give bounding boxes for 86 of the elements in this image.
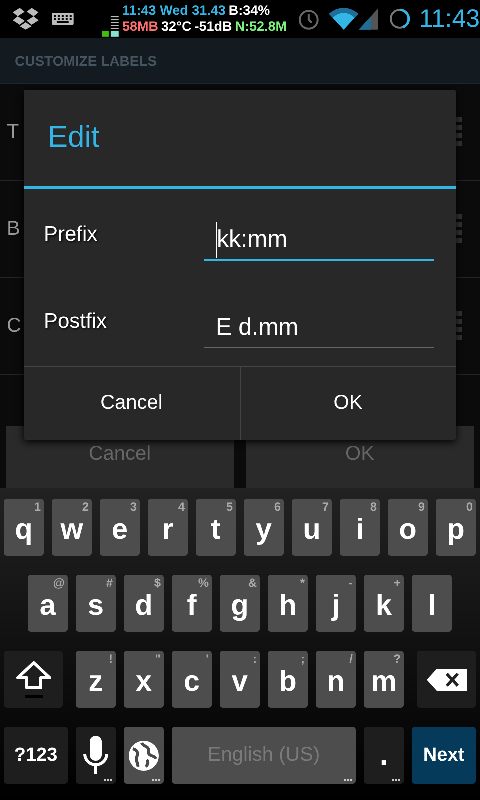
- microphone-key[interactable]: [76, 727, 116, 784]
- key-hint: *: [300, 576, 305, 590]
- key-hint: !: [109, 652, 113, 666]
- key[interactable]: s #: [76, 575, 116, 632]
- key[interactable]: d $: [124, 575, 164, 632]
- key-hint: $: [154, 576, 161, 590]
- key[interactable]: e 3: [100, 499, 140, 556]
- symbols-key[interactable]: ?123: [4, 727, 68, 784]
- key[interactable]: n /: [316, 651, 356, 708]
- key[interactable]: t 5: [196, 499, 236, 556]
- alarm-clock-icon: [297, 7, 321, 31]
- key-hint: 6: [274, 500, 281, 514]
- backspace-key[interactable]: [417, 651, 476, 708]
- key-hint: /: [350, 652, 353, 666]
- key-hint: +: [394, 576, 401, 590]
- shift-key[interactable]: [4, 651, 63, 708]
- key[interactable]: q 1: [4, 499, 44, 556]
- list-item-label: T: [7, 120, 20, 144]
- key-hint: 2: [82, 500, 89, 514]
- key[interactable]: w 2: [52, 499, 92, 556]
- key[interactable]: l _: [412, 575, 452, 632]
- key[interactable]: p 0: [436, 499, 476, 556]
- dropbox-icon: [13, 8, 39, 30]
- key[interactable]: h *: [268, 575, 308, 632]
- key-hint: 1: [34, 500, 41, 514]
- list-item-label: C: [7, 314, 22, 338]
- field-label: Postfix: [43, 310, 108, 334]
- status-text: -51dB: [194, 19, 232, 35]
- key[interactable]: m ?: [364, 651, 404, 708]
- key[interactable]: b ;: [268, 651, 308, 708]
- status-text: 32°C: [162, 19, 192, 35]
- key[interactable]: u 7: [292, 499, 332, 556]
- status-text: B:34%: [228, 3, 270, 19]
- language-key[interactable]: [124, 727, 164, 784]
- key-hint: #: [106, 576, 113, 590]
- dialog-title: Edit: [48, 121, 100, 155]
- screen-title: CUSTOMIZE LABELS: [15, 52, 158, 68]
- key-hint: 5: [226, 500, 233, 514]
- clock: 11:43: [419, 4, 480, 34]
- key[interactable]: c ': [172, 651, 212, 708]
- list-item-label: B: [7, 218, 20, 240]
- key[interactable]: a @: [28, 575, 68, 632]
- key[interactable]: j -: [316, 575, 356, 632]
- status-text: N:52.8M: [235, 19, 287, 35]
- keyboard-icon: [52, 13, 74, 25]
- battery-ring-icon: [389, 8, 412, 30]
- backspace-icon: [426, 668, 466, 690]
- next-key[interactable]: Next: [412, 727, 476, 784]
- key-hint: ?: [394, 652, 401, 666]
- bar-meter-icon: [102, 15, 120, 37]
- key-hint: 7: [322, 500, 329, 514]
- globe-icon: [128, 740, 160, 772]
- key[interactable]: x ": [124, 651, 164, 708]
- key-hint: 4: [178, 500, 185, 514]
- microphone-icon: [83, 736, 109, 776]
- key-hint: @: [53, 576, 65, 590]
- key-hint: :: [253, 652, 257, 666]
- dialog-button[interactable]: OK: [240, 367, 456, 440]
- key-hint: -: [349, 576, 353, 590]
- key[interactable]: z !: [76, 651, 116, 708]
- key[interactable]: i 8: [340, 499, 380, 556]
- key-hint: ': [206, 652, 209, 666]
- text-field[interactable]: E d.mm: [204, 308, 434, 348]
- status-text: 58MB: [122, 19, 159, 35]
- key[interactable]: y 6: [244, 499, 284, 556]
- key-hint: &: [248, 576, 257, 590]
- key[interactable]: o 9: [388, 499, 428, 556]
- key[interactable]: f %: [172, 575, 212, 632]
- key-hint: 9: [418, 500, 425, 514]
- key[interactable]: v :: [220, 651, 260, 708]
- period-key[interactable]: .: [364, 727, 404, 784]
- field-label: Prefix: [43, 222, 99, 247]
- key[interactable]: r 4: [148, 499, 188, 556]
- key[interactable]: k +: [364, 575, 404, 632]
- status-text: 11:43 Wed 31.43: [122, 3, 226, 19]
- key-hint: %: [198, 576, 209, 590]
- key-hint: ": [155, 652, 161, 666]
- key-hint: 0: [466, 500, 473, 514]
- signal-icon: [358, 8, 378, 30]
- text-field[interactable]: kk:mm: [204, 220, 434, 261]
- key-hint: _: [442, 576, 449, 590]
- key-hint: ;: [301, 652, 305, 666]
- key[interactable]: g &: [220, 575, 260, 632]
- shift-arrow-icon: [16, 661, 52, 691]
- key-hint: 8: [370, 500, 377, 514]
- key-hint: 3: [130, 500, 137, 514]
